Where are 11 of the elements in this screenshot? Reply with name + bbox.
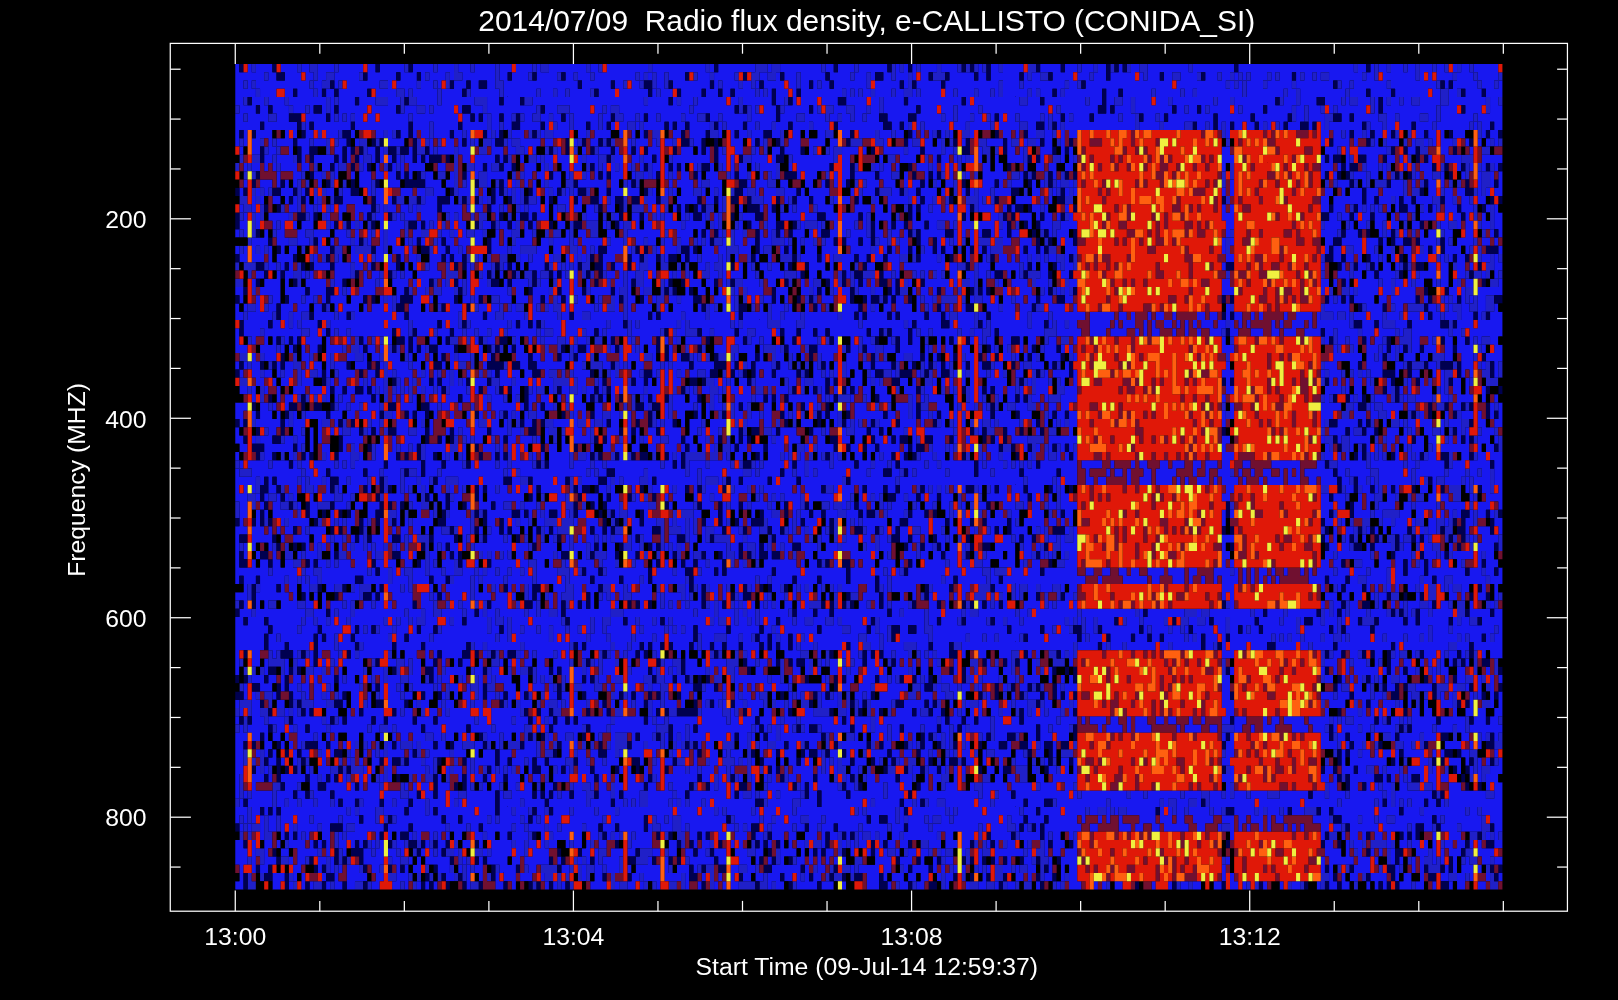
tick-label: 13:08: [880, 923, 943, 951]
chart-title: 2014/07/09 Radio flux density, e-CALLISTO (CONIDA_SI): [478, 4, 1256, 37]
tick-label: 600: [105, 605, 147, 633]
tick-label: 800: [105, 804, 147, 832]
tick-label: 13:00: [204, 923, 267, 951]
axis-title: Start Time (09-Jul-14 12:59:37): [695, 953, 1039, 981]
tick-label: 13:12: [1218, 923, 1281, 951]
axis-title: Frequency (MHZ): [62, 382, 90, 577]
tick-label: 13:04: [542, 923, 605, 951]
tick-label: 400: [105, 405, 147, 433]
tick-label: 200: [105, 206, 147, 234]
